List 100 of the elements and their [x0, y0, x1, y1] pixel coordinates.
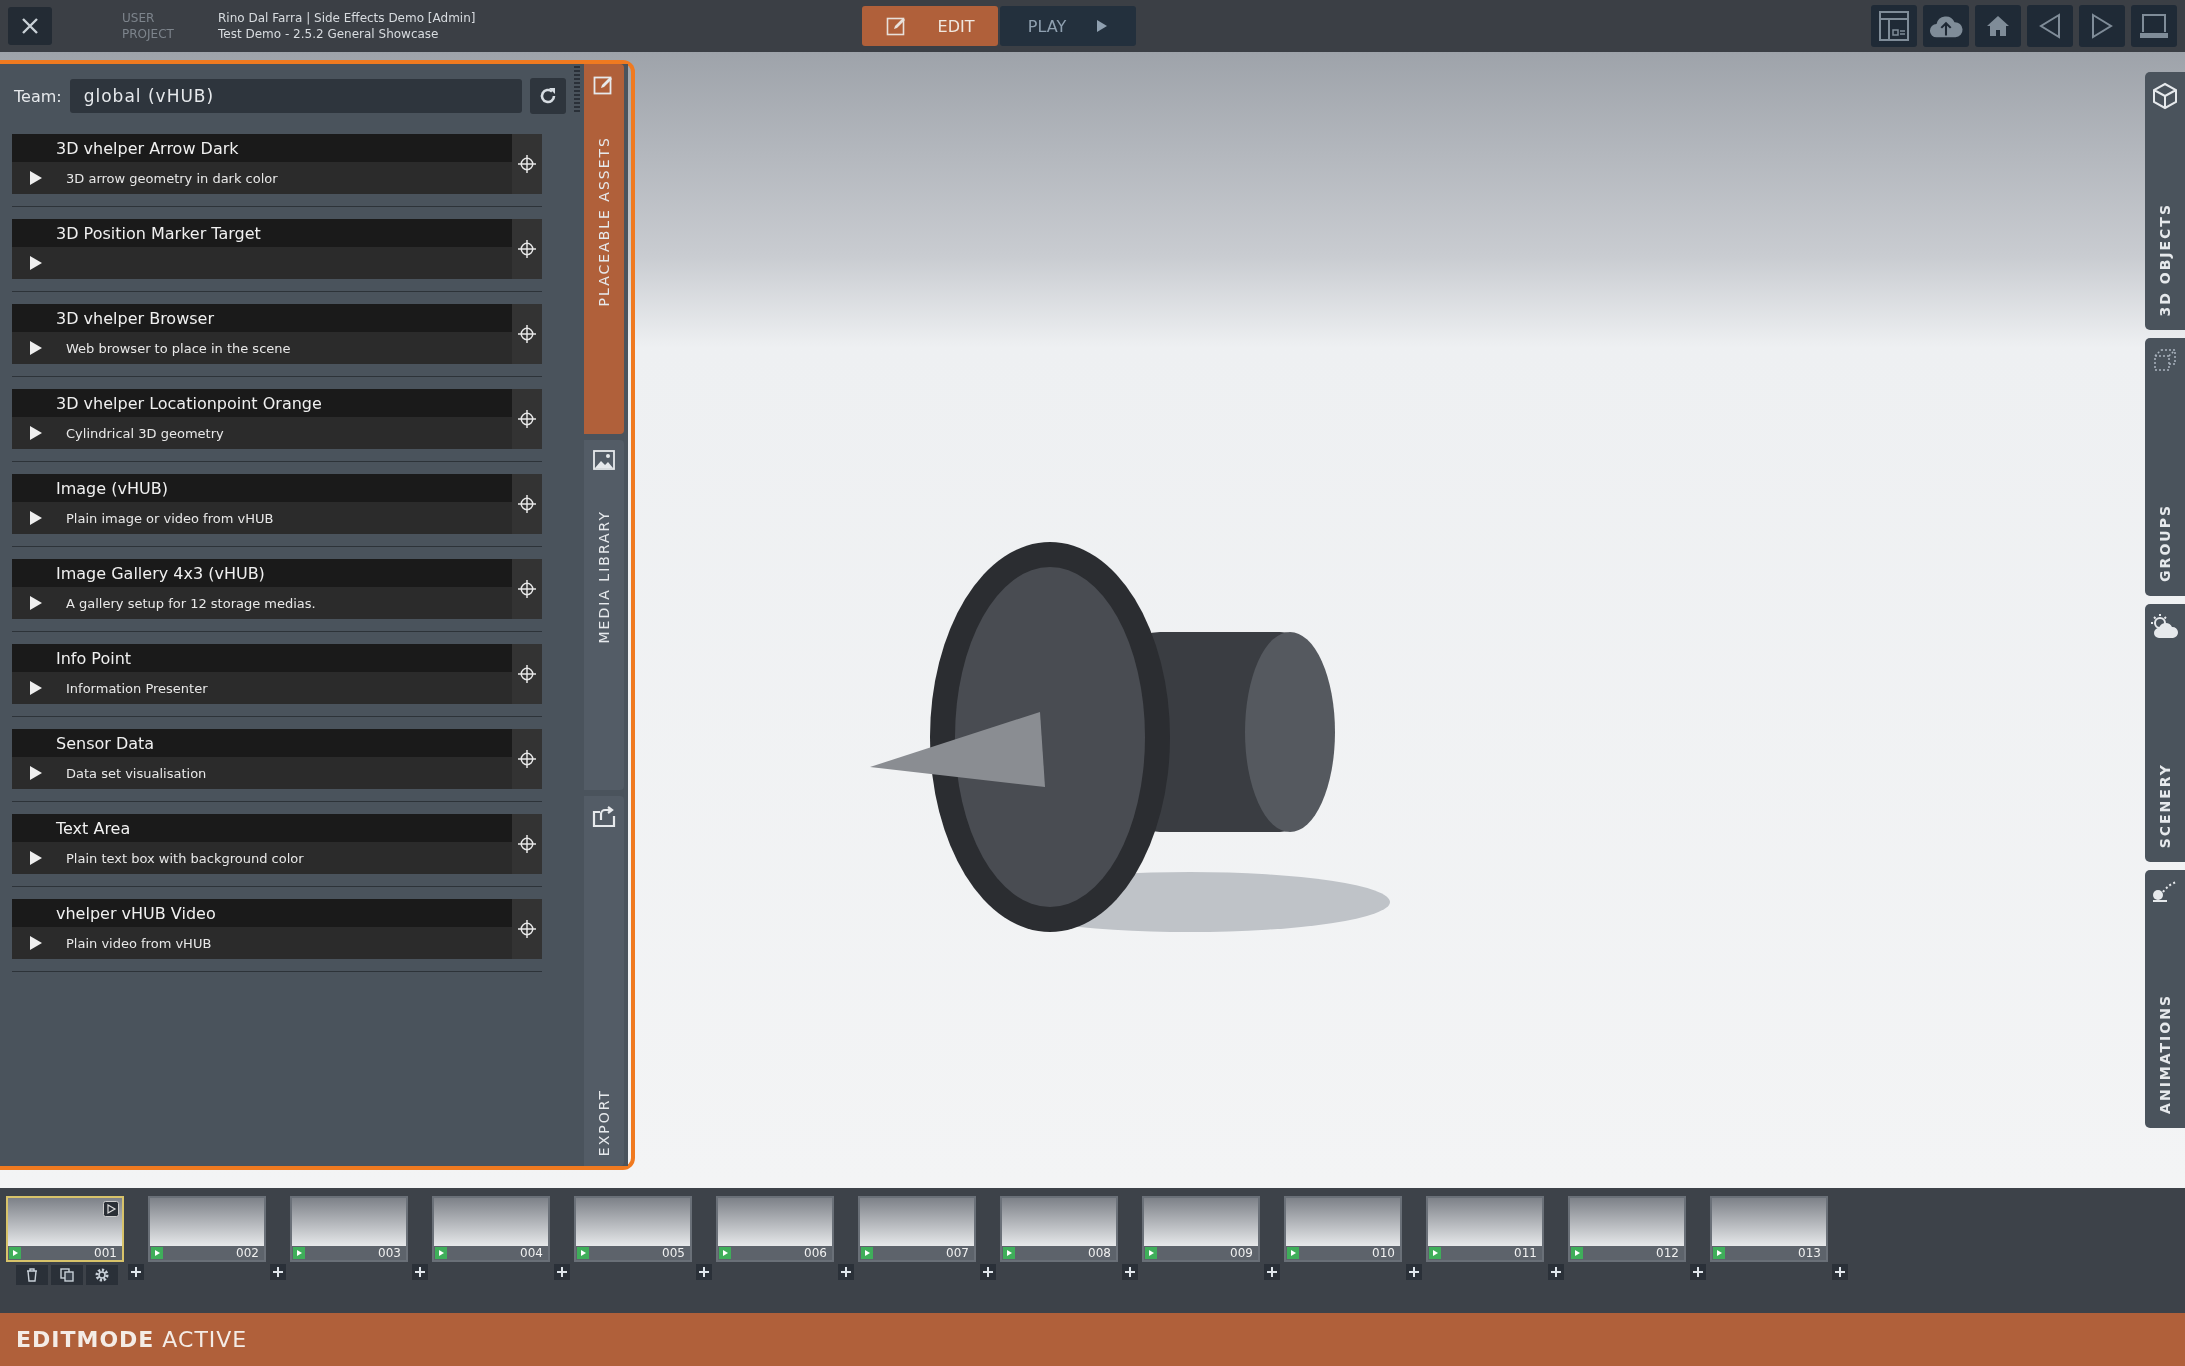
asset-item[interactable]: Info Point Information Presenter [12, 644, 512, 704]
play-badge-icon[interactable] [861, 1247, 873, 1259]
refresh-button[interactable] [529, 78, 566, 114]
add-slide-button[interactable] [838, 1264, 854, 1280]
asset-item[interactable]: 3D vhelper Arrow Dark 3D arrow geometry in dark color [12, 134, 512, 194]
place-button[interactable] [512, 134, 542, 194]
play-badge-icon[interactable] [151, 1247, 163, 1259]
asset-title: 3D vhelper Browser [12, 304, 512, 332]
add-slide-button[interactable] [412, 1264, 428, 1280]
slide-thumbnail[interactable]: 013 [1710, 1196, 1828, 1262]
place-button[interactable] [512, 389, 542, 449]
place-button[interactable] [512, 304, 542, 364]
play-button[interactable]: PLAY [1000, 6, 1136, 46]
add-slide-button[interactable] [128, 1264, 144, 1280]
place-button[interactable] [512, 899, 542, 959]
play-icon[interactable] [30, 851, 42, 865]
asset-item[interactable]: Image (vHUB) Plain image or video from vHUB [12, 474, 512, 534]
side-tab[interactable]: PLACEABLE ASSETS [584, 64, 624, 434]
delete-button[interactable] [16, 1265, 48, 1285]
screen-button[interactable] [2131, 5, 2177, 47]
side-tab[interactable]: 3D OBJECTS [2145, 72, 2185, 330]
add-slide-button[interactable] [554, 1264, 570, 1280]
drag-handle[interactable] [573, 66, 580, 114]
place-button[interactable] [512, 644, 542, 704]
add-slide-button[interactable] [1122, 1264, 1138, 1280]
asset-item[interactable]: Text Area Plain text box with background color [12, 814, 512, 874]
play-icon[interactable] [30, 171, 42, 185]
add-slide-button[interactable] [1406, 1264, 1422, 1280]
place-button[interactable] [512, 559, 542, 619]
side-tab[interactable]: SCENERY [2145, 604, 2185, 862]
play-icon[interactable] [30, 256, 42, 270]
slide-thumbnail[interactable]: 012 [1568, 1196, 1686, 1262]
next-button[interactable] [2079, 5, 2125, 47]
play-badge-icon[interactable] [1429, 1247, 1441, 1259]
plus-icon [1835, 1267, 1845, 1277]
side-tab[interactable]: EXPORT [584, 796, 624, 1166]
add-slide-button[interactable] [1264, 1264, 1280, 1280]
play-badge-icon[interactable] [1003, 1247, 1015, 1259]
play-badge-icon[interactable] [577, 1247, 589, 1259]
play-badge-icon[interactable] [9, 1247, 21, 1259]
asset-title: 3D vhelper Arrow Dark [12, 134, 512, 162]
place-button[interactable] [512, 814, 542, 874]
slide-number: 007 [944, 1246, 971, 1260]
add-slide-button[interactable] [270, 1264, 286, 1280]
slide-thumbnail[interactable]: 007 [858, 1196, 976, 1262]
team-dropdown[interactable]: global (vHUB) [69, 79, 522, 113]
asset-item[interactable]: 3D Position Marker Target [12, 219, 512, 279]
asset-item[interactable]: vhelper vHUB Video Plain video from vHUB [12, 899, 512, 959]
layout-button[interactable] [1871, 5, 1917, 47]
play-badge-icon[interactable] [1287, 1247, 1299, 1259]
place-button[interactable] [512, 474, 542, 534]
play-badge-icon[interactable] [1145, 1247, 1157, 1259]
side-tab[interactable]: MEDIA LIBRARY [584, 440, 624, 790]
plus-icon [1409, 1267, 1419, 1277]
duplicate-button[interactable] [51, 1265, 83, 1285]
play-icon[interactable] [30, 936, 42, 950]
add-slide-button[interactable] [1690, 1264, 1706, 1280]
add-slide-button[interactable] [980, 1264, 996, 1280]
asset-item[interactable]: Sensor Data Data set visualisation [12, 729, 512, 789]
edit-button[interactable]: EDIT [862, 6, 998, 46]
plus-icon [983, 1267, 993, 1277]
cloud-upload-button[interactable] [1923, 5, 1969, 47]
plus-icon [841, 1267, 851, 1277]
side-tab[interactable]: ANIMATIONS [2145, 870, 2185, 1128]
home-button[interactable] [1975, 5, 2021, 47]
play-icon[interactable] [30, 681, 42, 695]
play-badge-icon[interactable] [719, 1247, 731, 1259]
asset-item[interactable]: 3D vhelper Browser Web browser to place in the scene [12, 304, 512, 364]
place-button[interactable] [512, 219, 542, 279]
slide-thumbnail[interactable]: 003 [290, 1196, 408, 1262]
asset-item[interactable]: 3D vhelper Locationpoint Orange Cylindrical 3D geometry [12, 389, 512, 449]
place-button[interactable] [512, 729, 542, 789]
play-badge-icon[interactable] [1571, 1247, 1583, 1259]
slide-thumbnail[interactable]: 010 [1284, 1196, 1402, 1262]
asset-item[interactable]: Image Gallery 4x3 (vHUB) A gallery setup for 12 storage medias. [12, 559, 512, 619]
play-badge-icon[interactable] [1713, 1247, 1725, 1259]
slide-thumbnail[interactable]: 005 [574, 1196, 692, 1262]
slide-thumbnail[interactable]: 006 [716, 1196, 834, 1262]
slide-thumbnail[interactable]: 001 [6, 1196, 124, 1262]
close-button[interactable] [8, 7, 52, 45]
previous-button[interactable] [2027, 5, 2073, 47]
play-icon[interactable] [30, 766, 42, 780]
slide-thumbnail[interactable]: 002 [148, 1196, 266, 1262]
slide-thumbnail[interactable]: 004 [432, 1196, 550, 1262]
play-icon[interactable] [30, 511, 42, 525]
side-tab[interactable]: GROUPS [2145, 338, 2185, 596]
slide-thumbnail[interactable]: 009 [1142, 1196, 1260, 1262]
play-icon[interactable] [30, 341, 42, 355]
add-slide-button[interactable] [696, 1264, 712, 1280]
slide-number: 013 [1796, 1246, 1823, 1260]
play-icon[interactable] [103, 1201, 119, 1217]
add-slide-button[interactable] [1832, 1264, 1848, 1280]
slide-thumbnail[interactable]: 008 [1000, 1196, 1118, 1262]
play-badge-icon[interactable] [435, 1247, 447, 1259]
add-slide-button[interactable] [1548, 1264, 1564, 1280]
play-icon[interactable] [30, 596, 42, 610]
play-icon[interactable] [30, 426, 42, 440]
settings-button[interactable] [86, 1265, 118, 1285]
slide-thumbnail[interactable]: 011 [1426, 1196, 1544, 1262]
play-badge-icon[interactable] [293, 1247, 305, 1259]
